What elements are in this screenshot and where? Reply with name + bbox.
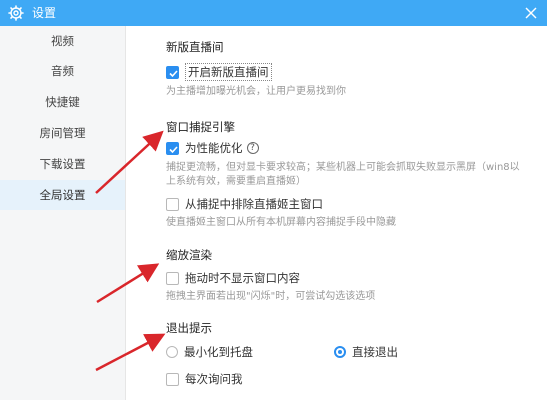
window-title: 设置 bbox=[32, 6, 57, 20]
sidebar-item-download-settings[interactable]: 下载设置 bbox=[0, 149, 125, 179]
hide-content-on-drag-checkbox[interactable] bbox=[166, 271, 179, 285]
section-title-scale-render: 缩放渲染 bbox=[166, 248, 212, 262]
exit-directly-option[interactable]: 直接退出 bbox=[334, 344, 398, 360]
enable-new-live-room-checkbox[interactable] bbox=[166, 65, 179, 79]
title-bar: 设置 bbox=[0, 0, 547, 26]
minimize-to-tray-label[interactable]: 最小化到托盘 bbox=[184, 344, 253, 360]
settings-content: 新版直播间 开启新版直播间 为主播增加曝光机会，让用户更易找到你 窗口捕捉引擎 … bbox=[126, 26, 547, 400]
exclude-main-window-option[interactable]: 从捕捉中排除直播姬主窗口 bbox=[166, 196, 323, 212]
performance-optimize-checkbox[interactable] bbox=[166, 141, 179, 155]
minimize-to-tray-radio[interactable] bbox=[166, 346, 178, 358]
new-live-room-description: 为主播增加曝光机会，让用户更易找到你 bbox=[166, 86, 346, 97]
exclude-main-window-checkbox[interactable] bbox=[166, 197, 179, 211]
ask-every-time-option[interactable]: 每次询问我 bbox=[166, 371, 243, 387]
hide-content-on-drag-description: 拖拽主界面若出现"闪烁"时，可尝试勾选该选项 bbox=[166, 291, 376, 302]
section-title-capture-engine: 窗口捕捉引擎 bbox=[166, 120, 235, 134]
enable-new-live-room-label[interactable]: 开启新版直播间 bbox=[185, 63, 272, 81]
help-icon[interactable]: ? bbox=[246, 142, 259, 154]
sidebar-item-global-settings[interactable]: 全局设置 bbox=[0, 180, 125, 210]
exclude-main-window-description: 使直播姬主窗口从所有本机屏幕内容捕捉手段中隐藏 bbox=[166, 217, 396, 228]
settings-sidebar: 视频 音频 快捷键 房间管理 下载设置 全局设置 bbox=[0, 26, 126, 400]
performance-optimize-label[interactable]: 为性能优化 bbox=[185, 140, 243, 156]
section-title-exit-prompt: 退出提示 bbox=[166, 321, 212, 335]
performance-optimize-description: 捕捉更流畅，但对显卡要求较高；某些机器上可能会抓取失败显示黑屏（win8以上系统… bbox=[166, 162, 520, 187]
enable-new-live-room-option[interactable]: 开启新版直播间 bbox=[166, 63, 272, 81]
ask-every-time-checkbox[interactable] bbox=[166, 372, 179, 386]
performance-optimize-option[interactable]: 为性能优化 ? bbox=[166, 140, 259, 156]
hide-content-on-drag-option[interactable]: 拖动时不显示窗口内容 bbox=[166, 270, 300, 286]
sidebar-item-audio[interactable]: 音频 bbox=[0, 56, 125, 86]
ask-every-time-label[interactable]: 每次询问我 bbox=[185, 371, 243, 387]
exclude-main-window-label[interactable]: 从捕捉中排除直播姬主窗口 bbox=[185, 196, 323, 212]
exit-directly-radio[interactable] bbox=[334, 346, 346, 358]
minimize-to-tray-option[interactable]: 最小化到托盘 bbox=[166, 344, 253, 360]
hide-content-on-drag-label[interactable]: 拖动时不显示窗口内容 bbox=[185, 270, 300, 286]
section-title-new-live-room: 新版直播间 bbox=[166, 40, 224, 54]
sidebar-item-shortcuts[interactable]: 快捷键 bbox=[0, 87, 125, 117]
sidebar-item-video[interactable]: 视频 bbox=[0, 26, 125, 56]
exit-directly-label[interactable]: 直接退出 bbox=[352, 344, 398, 360]
sidebar-item-room-management[interactable]: 房间管理 bbox=[0, 118, 125, 148]
close-icon[interactable] bbox=[523, 5, 539, 21]
gear-icon bbox=[8, 5, 24, 21]
